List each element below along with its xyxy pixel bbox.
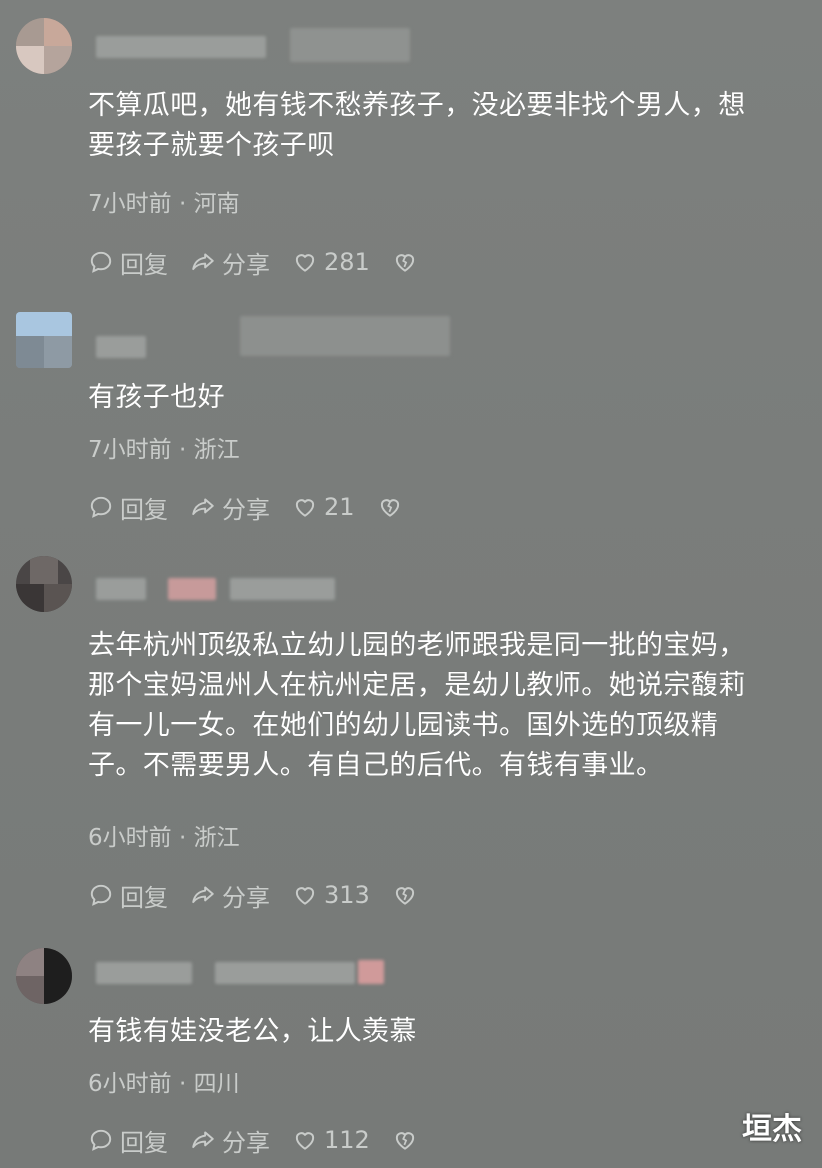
reply-label: 回复 (120, 883, 168, 912)
dislike-button[interactable] (392, 1127, 418, 1153)
watermark: 垣杰 (742, 1112, 802, 1147)
comment-bubble-icon (90, 884, 112, 906)
reply-label: 回复 (120, 1128, 168, 1157)
meta-separator: · (178, 191, 187, 217)
comment-text: 去年杭州顶级私立幼儿园的老师跟我是同一批的宝妈， 那个宝妈温州人在杭州定居，是幼… (88, 630, 746, 781)
share-button[interactable]: 分享 (190, 1123, 270, 1158)
share-arrow-icon (192, 253, 214, 271)
username-blurred-extra (290, 28, 410, 62)
meta-separator: · (178, 437, 187, 463)
share-label: 分享 (222, 495, 270, 524)
share-button[interactable]: 分享 (190, 245, 270, 280)
comment-meta: 6小时前 · 四川 (88, 1064, 240, 1098)
username-blurred-extra (240, 316, 450, 356)
heart-icon (295, 254, 315, 272)
dislike-button[interactable] (377, 494, 403, 520)
reply-button[interactable]: 回复 (88, 245, 168, 280)
avatar[interactable] (16, 18, 72, 74)
share-arrow-icon (192, 1131, 214, 1149)
comment-actions: 回复 分享 21 (88, 489, 425, 525)
like-button[interactable]: 313 (292, 881, 370, 909)
reply-button[interactable]: 回复 (88, 878, 168, 913)
comment-meta: 7小时前 · 浙江 (88, 430, 240, 464)
share-label: 分享 (222, 883, 270, 912)
like-button[interactable]: 281 (292, 248, 370, 276)
comment-text: 有钱有娃没老公，让人羡慕 (88, 1016, 417, 1047)
share-label: 分享 (222, 250, 270, 279)
like-count: 281 (324, 248, 370, 276)
comment-actions: 回复 分享 281 (88, 244, 440, 280)
share-label: 分享 (222, 1128, 270, 1157)
comment-time: 6小时前 (88, 825, 172, 851)
broken-heart-icon (395, 887, 414, 905)
username-blurred[interactable] (96, 578, 146, 600)
meta-separator: · (178, 825, 187, 851)
comment-text: 不算瓜吧，她有钱不愁养孩子，没必要非找个男人，想 要孩子就要个孩子呗 (88, 90, 746, 161)
comment-location: 浙江 (193, 437, 240, 463)
dislike-button[interactable] (392, 882, 418, 908)
avatar[interactable] (16, 556, 72, 612)
heart-icon (295, 1132, 315, 1150)
username-blurred[interactable] (96, 336, 146, 358)
avatar[interactable] (16, 948, 72, 1004)
comment-location: 河南 (193, 191, 240, 217)
comment-location: 浙江 (193, 825, 240, 851)
broken-heart-icon (395, 254, 414, 272)
comment-text: 有孩子也好 (88, 382, 225, 413)
like-count: 112 (324, 1126, 370, 1154)
reply-label: 回复 (120, 495, 168, 524)
share-arrow-icon (192, 886, 214, 904)
comment-actions: 回复 分享 313 (88, 877, 440, 913)
reply-button[interactable]: 回复 (88, 490, 168, 525)
heart-icon (295, 887, 315, 905)
comment-meta: 7小时前 · 河南 (88, 184, 240, 218)
username-blurred-extra (215, 962, 355, 984)
reply-button[interactable]: 回复 (88, 1123, 168, 1158)
heart-icon (295, 499, 315, 517)
username-blurred-accent (358, 960, 384, 984)
comment-bubble-icon (90, 1129, 112, 1151)
reply-label: 回复 (120, 250, 168, 279)
dislike-button[interactable] (392, 249, 418, 275)
username-blurred[interactable] (96, 36, 266, 58)
username-blurred[interactable] (96, 962, 192, 984)
broken-heart-icon (395, 1132, 414, 1150)
username-blurred-extra (230, 578, 335, 600)
username-blurred-accent (168, 578, 216, 600)
comment-time: 6小时前 (88, 1071, 172, 1097)
like-button[interactable]: 112 (292, 1126, 370, 1154)
broken-heart-icon (380, 499, 399, 517)
comment-time: 7小时前 (88, 191, 172, 217)
comment-time: 7小时前 (88, 437, 172, 463)
comment-actions: 回复 分享 112 (88, 1122, 440, 1158)
share-button[interactable]: 分享 (190, 490, 270, 525)
meta-separator: · (178, 1071, 187, 1097)
like-button[interactable]: 21 (292, 493, 355, 521)
comment-location: 四川 (193, 1071, 240, 1097)
share-arrow-icon (192, 498, 214, 516)
like-count: 313 (324, 881, 370, 909)
comment-bubble-icon (90, 251, 112, 273)
comment-bubble-icon (90, 496, 112, 518)
share-button[interactable]: 分享 (190, 878, 270, 913)
comment-meta: 6小时前 · 浙江 (88, 818, 240, 852)
like-count: 21 (324, 493, 355, 521)
avatar[interactable] (16, 312, 72, 368)
